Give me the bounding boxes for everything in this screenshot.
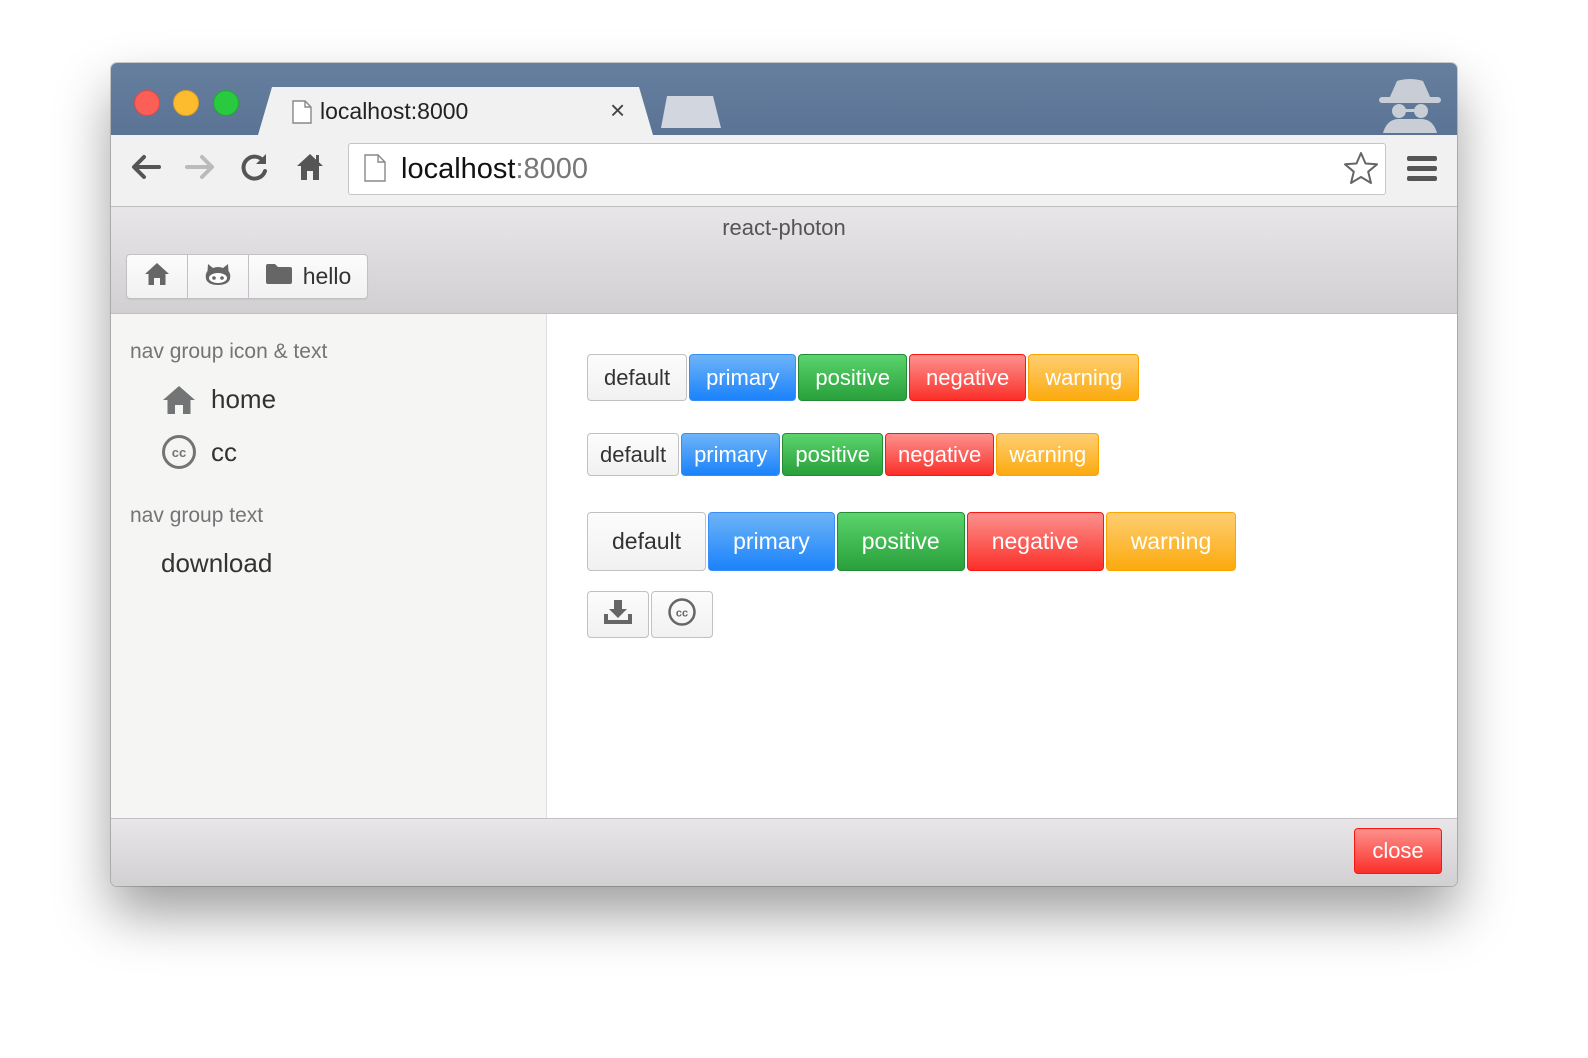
browser-window: localhost:8000 × localhost:8000 react-ph… [111, 63, 1457, 886]
hello-button[interactable]: hello [249, 255, 367, 298]
default-button[interactable]: default [587, 354, 688, 401]
menu-icon[interactable] [1407, 155, 1437, 188]
home-icon [161, 385, 197, 415]
close-button[interactable]: close [1354, 828, 1442, 874]
nav-item-label: cc [211, 436, 237, 467]
creative-commons-icon: cc [667, 597, 697, 632]
minimize-window-button[interactable] [173, 90, 199, 116]
incognito-icon [1375, 77, 1445, 138]
nav-group-title: nav group icon & text [130, 340, 328, 363]
home-button[interactable] [127, 255, 188, 298]
browser-toolbar: localhost:8000 [111, 135, 1457, 207]
download-button[interactable] [587, 591, 649, 638]
home-icon [144, 262, 170, 291]
github-button[interactable] [188, 255, 249, 298]
app-footer: close [111, 818, 1457, 886]
address-bar[interactable]: localhost:8000 [348, 143, 1386, 195]
warning-button[interactable]: warning [996, 433, 1100, 476]
home-icon[interactable] [295, 151, 325, 188]
toolbar-button-group: hello [126, 254, 368, 299]
main-content: default primary positive negative warnin… [547, 314, 1457, 818]
icon-button-row: cc [587, 591, 715, 638]
nav-item-label: home [211, 384, 277, 414]
negative-button[interactable]: negative [966, 512, 1104, 571]
app-header: react-photon hello [111, 207, 1457, 314]
button-row-large: default primary positive negative warnin… [587, 512, 1238, 571]
svg-text:cc: cc [172, 445, 186, 460]
app-title: react-photon [722, 215, 846, 240]
url-host: localhost [401, 153, 516, 185]
tab-strip: localhost:8000 × [111, 63, 1457, 135]
folder-icon [265, 263, 293, 290]
positive-button[interactable]: positive [836, 512, 965, 571]
back-arrow-icon[interactable] [129, 151, 163, 188]
button-row-default: default primary positive negative warnin… [587, 354, 1141, 401]
new-tab-button[interactable] [661, 96, 721, 128]
nav-item-label: download [161, 548, 273, 578]
close-window-button[interactable] [134, 90, 160, 116]
button-row-mini: default primary positive negative warnin… [587, 433, 1101, 476]
forward-arrow-icon[interactable] [183, 151, 217, 188]
svg-text:cc: cc [676, 608, 688, 620]
primary-button[interactable]: primary [689, 354, 797, 401]
negative-button[interactable]: negative [885, 433, 995, 476]
positive-button[interactable]: positive [782, 433, 883, 476]
sidebar: nav group icon & text home cc cc nav gro… [111, 314, 547, 818]
zoom-window-button[interactable] [213, 90, 239, 116]
nav-group-title: nav group text [130, 504, 264, 527]
warning-button[interactable]: warning [1105, 512, 1237, 571]
nav-item-cc[interactable]: cc cc [161, 434, 237, 470]
primary-button[interactable]: primary [708, 512, 835, 571]
creative-commons-button[interactable]: cc [651, 591, 713, 638]
creative-commons-icon: cc [161, 434, 197, 470]
url-port: :8000 [515, 153, 589, 185]
browser-tab[interactable]: localhost:8000 × [258, 87, 653, 135]
hello-button-label: hello [302, 263, 352, 289]
github-icon [204, 262, 232, 291]
url-text: localhost:8000 [401, 153, 588, 186]
nav-item-download[interactable]: download [161, 548, 272, 579]
default-button[interactable]: default [587, 512, 707, 571]
negative-button[interactable]: negative [909, 354, 1027, 401]
bookmark-star-icon[interactable] [1343, 151, 1379, 190]
tab-title: localhost:8000 [320, 98, 469, 124]
reload-icon[interactable] [239, 151, 271, 188]
primary-button[interactable]: primary [681, 433, 781, 476]
warning-button[interactable]: warning [1028, 354, 1140, 401]
tab-close-icon[interactable]: × [610, 95, 625, 126]
default-button[interactable]: default [587, 433, 680, 476]
nav-item-home[interactable]: home [161, 384, 276, 415]
page-icon [364, 154, 386, 187]
download-icon [603, 599, 633, 630]
positive-button[interactable]: positive [798, 354, 907, 401]
page-icon [292, 100, 312, 129]
